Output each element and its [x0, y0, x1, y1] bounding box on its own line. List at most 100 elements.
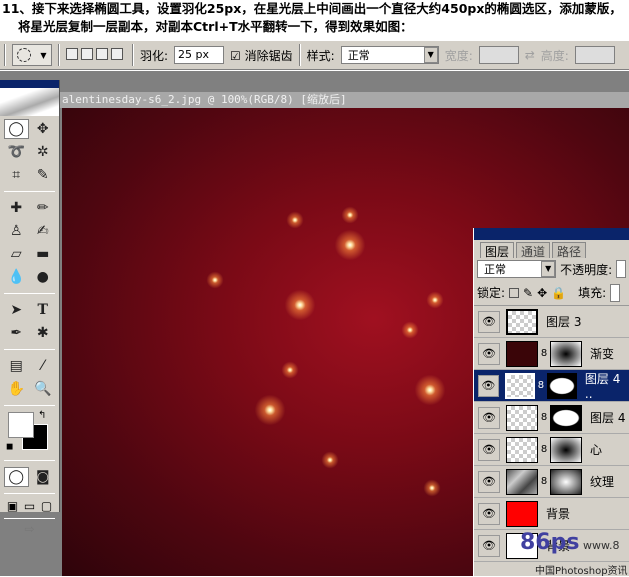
height-label: 高度:	[540, 48, 569, 63]
eye-icon[interactable]: 👁	[478, 438, 500, 461]
subtract-selection-icon[interactable]	[96, 47, 108, 60]
new-selection-icon[interactable]	[66, 47, 78, 60]
caption-line-2: 将星光层复制一层副本，对副本Ctrl+T水平翻转一下，得到效果如图：	[18, 19, 413, 34]
layer-mask-thumbnail	[546, 372, 577, 399]
link-icon: 8	[537, 380, 545, 391]
feather-input[interactable]: 25 px	[174, 46, 225, 64]
panel-titlebar[interactable]	[474, 228, 629, 240]
jump-to-imageready-icon[interactable]: ⇨	[0, 522, 59, 536]
notes-icon[interactable]: ▤	[4, 356, 29, 376]
eye-icon[interactable]: 👁	[478, 406, 500, 429]
swap-icon[interactable]: ⇄	[525, 48, 535, 62]
tab-channels[interactable]: 通道	[516, 242, 551, 259]
width-label: 宽度:	[444, 48, 473, 63]
watermark-logo: 86ps www.8	[520, 530, 619, 555]
crop-icon[interactable]: ⌗	[4, 165, 29, 185]
standard-mode-icon[interactable]: ◯	[4, 467, 29, 487]
history-brush-icon[interactable]: ✍	[31, 221, 56, 241]
layer-row[interactable]: 👁 8 图层 4	[474, 402, 629, 434]
zoom-icon[interactable]: 🔍	[31, 379, 56, 399]
eye-icon[interactable]: 👁	[478, 310, 500, 333]
full-screen-icon[interactable]: ▢	[41, 499, 52, 513]
width-input[interactable]	[478, 46, 519, 64]
layer-row[interactable]: 👁 8 心	[474, 434, 629, 466]
document-title-bar[interactable]: alentinesday-s6_2.jpg @ 100%(RGB/8) [缩放后…	[60, 92, 629, 108]
fill-input[interactable]	[610, 283, 621, 302]
link-icon: 8	[540, 476, 548, 487]
slice-icon[interactable]: ✎	[31, 165, 56, 185]
opacity-input[interactable]	[616, 260, 626, 278]
style-value: 正常	[347, 49, 370, 62]
layer-name: 背景	[546, 507, 571, 521]
tab-layers[interactable]: 图层	[480, 242, 515, 259]
sparkle	[412, 372, 448, 408]
type-icon[interactable]: T	[31, 300, 56, 320]
quick-mask-icon[interactable]: ◙	[31, 467, 56, 487]
toolbox-titlebar[interactable]	[0, 80, 59, 88]
layer-row[interactable]: 👁 图层 3	[474, 306, 629, 338]
style-label: 样式:	[306, 48, 335, 63]
tutorial-caption: 11、接下来选择椭圆工具，设置羽化25px，在星光层上中间画出一个直径大约450…	[0, 0, 629, 40]
style-select[interactable]: 正常 ▼	[340, 46, 439, 64]
hand-icon[interactable]: ✋	[4, 379, 29, 399]
lock-label: 锁定:	[477, 286, 506, 300]
eyedropper-icon[interactable]: ⁄	[31, 356, 56, 376]
layer-mask-thumbnail	[550, 468, 582, 495]
layer-thumbnail	[504, 372, 536, 399]
layer-mask-thumbnail	[550, 340, 582, 367]
default-colors-icon[interactable]: ◼	[6, 442, 13, 452]
clone-stamp-icon[interactable]: ♙	[4, 221, 29, 241]
layer-row-selected[interactable]: 👁 8 图层 4 ..	[474, 370, 629, 402]
feather-label: 羽化:	[140, 48, 169, 63]
eye-icon[interactable]: 👁	[478, 470, 500, 493]
eraser-icon[interactable]: ▱	[4, 244, 29, 264]
eye-icon[interactable]: 👁	[478, 502, 500, 525]
blend-mode-select[interactable]: 正常 ▼	[477, 260, 557, 278]
sparkle	[285, 210, 305, 230]
swap-colors-icon[interactable]: ↰	[38, 410, 46, 421]
caption-line-1: 11、接下来选择椭圆工具，设置羽化25px，在星光层上中间画出一个直径大约450…	[2, 1, 622, 16]
intersect-selection-icon[interactable]	[111, 47, 123, 60]
lock-transparency-icon[interactable]	[509, 287, 520, 298]
layer-mask-thumbnail	[550, 404, 582, 431]
layer-row[interactable]: 👁 8 纹理	[474, 466, 629, 498]
foreground-color[interactable]	[8, 412, 34, 438]
lasso-icon[interactable]: ➰	[4, 142, 29, 162]
layer-thumbnail	[506, 436, 538, 463]
move-icon[interactable]: ✥	[31, 119, 56, 139]
chevron-down-icon: ▼	[541, 261, 556, 277]
pen-icon[interactable]: ✒	[4, 323, 29, 343]
magic-wand-icon[interactable]: ✲	[31, 142, 56, 162]
brush-icon[interactable]: ✏	[31, 198, 56, 218]
lock-position-icon[interactable]: ✥	[537, 286, 547, 300]
tool-preset-picker[interactable]: ▼	[12, 44, 52, 66]
layer-row[interactable]: 👁 背景	[474, 498, 629, 530]
antialias-label: 消除锯齿	[244, 48, 293, 63]
healing-brush-icon[interactable]: ✚	[4, 198, 29, 218]
feather-logo	[0, 88, 59, 116]
add-selection-icon[interactable]	[81, 47, 93, 60]
lock-all-icon[interactable]: 🔒	[551, 286, 566, 300]
blur-icon[interactable]: 💧	[4, 267, 29, 287]
layer-mask-thumbnail	[550, 436, 582, 463]
antialias-checkbox[interactable]: ☑ 消除锯齿	[230, 47, 293, 64]
gradient-icon[interactable]: ▬	[31, 244, 56, 264]
layer-row[interactable]: 👁 8 渐变	[474, 338, 629, 370]
full-screen-menu-icon[interactable]: ▭	[24, 499, 35, 513]
link-icon: 8	[540, 444, 548, 455]
selection-mode-group	[66, 47, 126, 63]
eye-icon[interactable]: 👁	[478, 374, 499, 397]
sparkle	[422, 478, 442, 498]
eye-icon[interactable]: 👁	[478, 534, 500, 557]
watermark-site: 中国Photoshop资讯	[535, 566, 628, 577]
eye-icon[interactable]: 👁	[478, 342, 500, 365]
tab-paths[interactable]: 路径	[552, 242, 587, 259]
lock-image-icon[interactable]: ✎	[523, 286, 533, 300]
path-selection-icon[interactable]: ➤	[4, 300, 29, 320]
elliptical-marquee-icon[interactable]: ◯	[4, 119, 29, 139]
standard-screen-icon[interactable]: ▣	[7, 499, 18, 513]
link-icon: 8	[540, 348, 548, 359]
height-input[interactable]	[574, 46, 615, 64]
custom-shape-icon[interactable]: ✱	[31, 323, 56, 343]
dodge-icon[interactable]: ●	[31, 267, 56, 287]
